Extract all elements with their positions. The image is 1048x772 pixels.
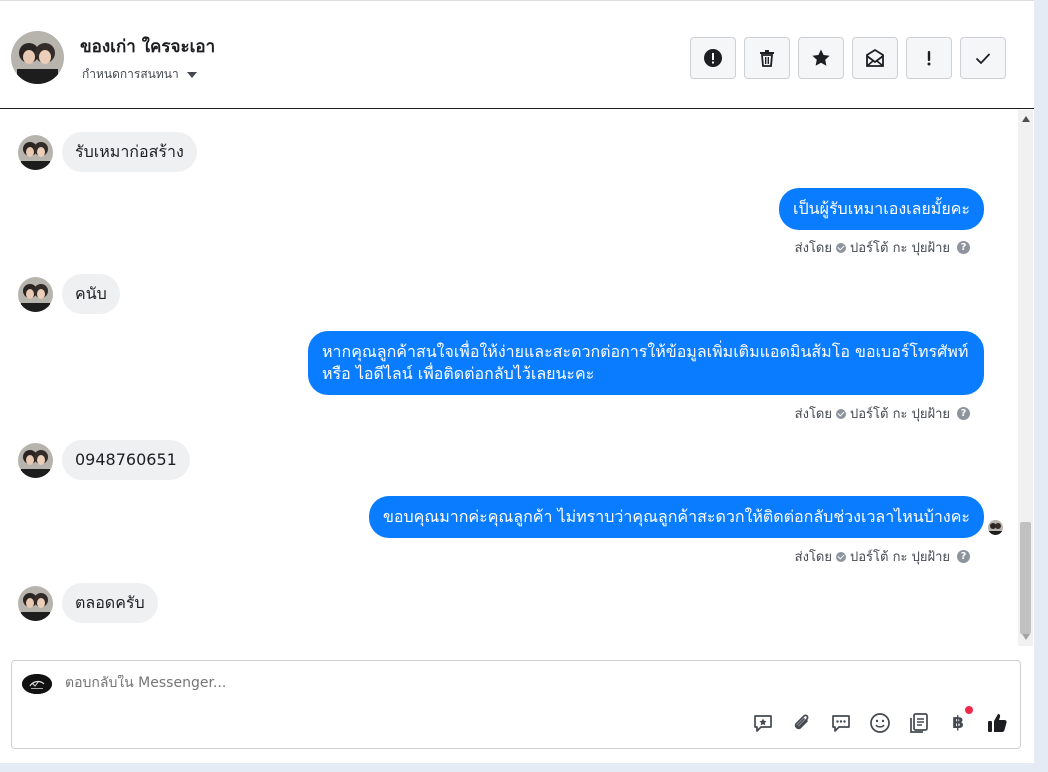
- attach-button[interactable]: [791, 712, 813, 734]
- contact-avatar[interactable]: [11, 31, 64, 84]
- verified-icon: [836, 551, 846, 562]
- trash-icon: [760, 50, 774, 67]
- scroll-down-arrow-icon[interactable]: [1022, 634, 1030, 640]
- verified-icon: [836, 242, 846, 253]
- page-avatar: [22, 674, 52, 694]
- message-row-incoming: 0948760651: [18, 440, 190, 480]
- scroll-up-arrow-icon[interactable]: [1022, 116, 1030, 122]
- conversation-header: ของเก่า ใครจะเอา กำหนดการสนทนา: [0, 1, 1034, 109]
- message-bubble-incoming[interactable]: คนับ: [62, 274, 120, 314]
- attachment-icon: [794, 714, 809, 730]
- scrollbar-thumb[interactable]: [1020, 522, 1031, 634]
- message-button[interactable]: [830, 712, 852, 734]
- header-actions: [690, 37, 1006, 79]
- contact-avatar-small: [18, 442, 53, 478]
- like-button[interactable]: [986, 712, 1008, 734]
- conversation-settings-dropdown[interactable]: กำหนดการสนทนา: [82, 65, 197, 84]
- saved-reply-button[interactable]: [752, 712, 774, 734]
- verified-icon: [836, 408, 846, 419]
- seen-avatar: [988, 520, 1003, 535]
- reply-input[interactable]: [65, 675, 665, 691]
- message-bubble-outgoing[interactable]: ขอบคุณมากค่ะคุณลูกค้า ไม่ทราบว่าคุณลูกค้…: [368, 496, 984, 538]
- important-icon: [927, 51, 931, 66]
- star-icon: [812, 49, 830, 66]
- contact-avatar-small: [18, 134, 53, 170]
- contact-avatar-small: [18, 276, 53, 312]
- message-bubble-incoming[interactable]: ตลอดครับ: [62, 583, 158, 623]
- sent-by-label: ส่งโดย: [794, 241, 832, 256]
- conversation-settings-label: กำหนดการสนทนา: [82, 67, 179, 81]
- composer-toolbar: ฿: [752, 706, 1008, 734]
- sender-name: ปอร์โต้ กะ ปุยฝ้าย: [850, 550, 950, 565]
- payment-icon: ฿: [952, 713, 964, 733]
- mark-unread-icon: [866, 48, 884, 67]
- help-icon[interactable]: ?: [957, 550, 970, 563]
- emoji-button[interactable]: [869, 712, 891, 734]
- sent-by-label: ส่งโดย: [794, 407, 832, 422]
- important-button[interactable]: [906, 37, 952, 79]
- delete-button[interactable]: [744, 37, 790, 79]
- conversation-title: ของเก่า ใครจะเอา: [80, 37, 216, 57]
- notes-button[interactable]: [908, 712, 930, 734]
- help-icon[interactable]: ?: [957, 407, 970, 420]
- message-bubble-outgoing[interactable]: หากคุณลูกค้าสนใจเพื่อให้ง่ายและสะดวกต่อก…: [308, 331, 984, 395]
- saved-reply-icon: [754, 715, 772, 732]
- sender-name: ปอร์โต้ กะ ปุยฝ้าย: [850, 407, 950, 422]
- caret-down-icon: [186, 71, 197, 78]
- star-button[interactable]: [798, 37, 844, 79]
- help-icon[interactable]: ?: [957, 241, 970, 254]
- message-row-incoming: ตลอดครับ: [18, 583, 158, 623]
- notification-dot: [965, 706, 973, 714]
- like-icon: [988, 714, 1007, 732]
- page-gutter: [1034, 0, 1048, 772]
- message-icon: [832, 715, 850, 732]
- mark-done-button[interactable]: [960, 37, 1006, 79]
- message-bubble-outgoing[interactable]: เป็นผู้รับเหมาเองเลยมั้ยคะ: [779, 188, 984, 230]
- sent-by-label: ส่งโดย: [794, 550, 832, 565]
- conversation-panel: ของเก่า ใครจะเอา กำหนดการสนทนา รับเหมาก่…: [0, 0, 1034, 763]
- message-row-incoming: คนับ: [18, 274, 120, 314]
- reply-composer: ฿: [11, 660, 1021, 749]
- sent-by-info: ส่งโดย ปอร์โต้ กะ ปุยฝ้าย ?: [795, 237, 970, 258]
- mark-unread-button[interactable]: [852, 37, 898, 79]
- sender-name: ปอร์โต้ กะ ปุยฝ้าย: [850, 241, 950, 256]
- message-bubble-incoming[interactable]: 0948760651: [62, 440, 190, 480]
- emoji-icon: [870, 713, 890, 733]
- done-icon: [975, 53, 991, 65]
- report-icon: [704, 49, 722, 67]
- sent-by-info: ส่งโดย ปอร์โต้ กะ ปุยฝ้าย ?: [795, 403, 970, 424]
- message-list: รับเหมาก่อสร้าง เป็นผู้รับเหมาเองเลยมั้ย…: [0, 110, 1018, 646]
- message-row-incoming: รับเหมาก่อสร้าง: [18, 132, 197, 172]
- sent-by-info: ส่งโดย ปอร์โต้ กะ ปุยฝ้าย ?: [795, 546, 970, 567]
- notes-icon: [910, 713, 928, 733]
- message-bubble-incoming[interactable]: รับเหมาก่อสร้าง: [62, 132, 197, 172]
- report-button[interactable]: [690, 37, 736, 79]
- payment-button[interactable]: ฿: [947, 706, 973, 734]
- message-scrollbar[interactable]: [1018, 110, 1033, 646]
- contact-avatar-small: [18, 585, 53, 621]
